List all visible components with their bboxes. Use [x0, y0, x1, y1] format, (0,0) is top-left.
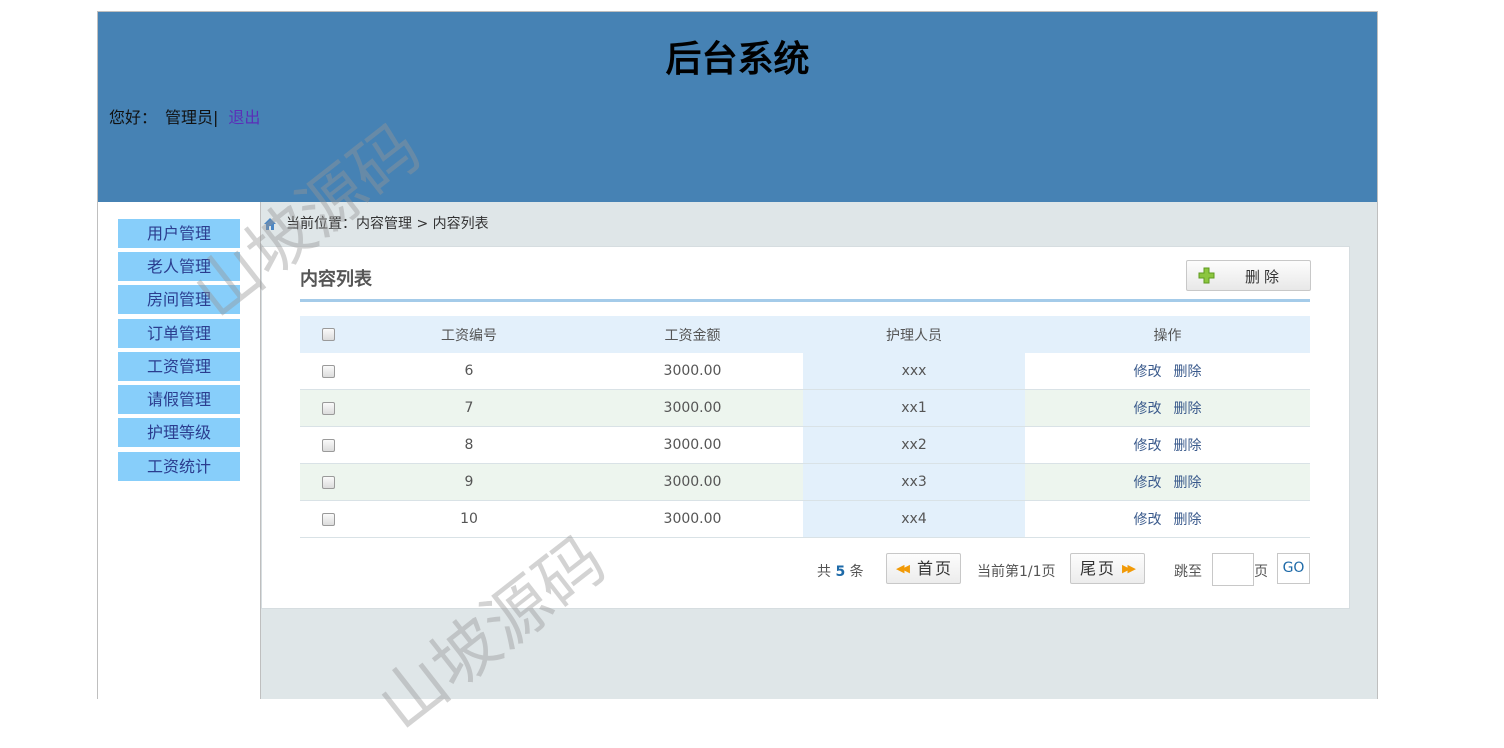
double-right-arrow-icon: ▶▶ — [1122, 562, 1136, 575]
username: 管理员| — [165, 108, 219, 127]
table-row: 7 3000.00 xx1 修改 删除 — [300, 389, 1310, 427]
select-all-checkbox[interactable] — [321, 328, 335, 341]
salary-table: 工资编号 工资金额 护理人员 操作 6 3000.00 xxx 修改 删除 7 … — [300, 316, 1310, 538]
delete-link[interactable]: 删除 — [1174, 475, 1202, 491]
delete-button-label: 删除 — [1245, 268, 1284, 286]
sidebar: 用户管理 老人管理 房间管理 订单管理 工资管理 请假管理 护理等级 工资统计 — [98, 202, 261, 699]
last-page-label: 尾页 — [1080, 559, 1117, 578]
edit-link[interactable]: 修改 — [1134, 512, 1162, 528]
row-select-cell — [300, 500, 356, 538]
page-number-input[interactable] — [1212, 553, 1254, 586]
sidebar-item-salary-stats[interactable]: 工资统计 — [118, 452, 240, 481]
col-header-id: 工资编号 — [356, 316, 582, 353]
row-checkbox[interactable] — [321, 475, 335, 489]
edit-link[interactable]: 修改 — [1134, 475, 1162, 491]
col-header-nurse: 护理人员 — [803, 316, 1025, 353]
total-prefix: 共 — [817, 564, 831, 580]
cell-id: 10 — [356, 500, 582, 538]
delete-link[interactable]: 删除 — [1174, 512, 1202, 528]
select-all-cell — [300, 316, 356, 353]
delete-link[interactable]: 删除 — [1174, 364, 1202, 380]
app-frame: 后台系统 您好： 管理员| 退出 用户管理 老人管理 房间管理 订单管理 工资管理 … — [97, 11, 1378, 699]
panel-title: 内容列表 — [300, 269, 372, 290]
cell-id: 7 — [356, 389, 582, 427]
cell-actions: 修改 删除 — [1025, 426, 1310, 464]
content-panel: 内容列表 删除 工资编号 工资金额 护理人员 操作 6 3000.00 xxx … — [261, 246, 1350, 609]
table-row: 10 3000.00 xx4 修改 删除 — [300, 500, 1310, 538]
sidebar-item-salary[interactable]: 工资管理 — [118, 352, 240, 381]
delete-link[interactable]: 删除 — [1174, 401, 1202, 417]
sidebar-item-elderly[interactable]: 老人管理 — [118, 252, 240, 281]
table-header-row: 工资编号 工资金额 护理人员 操作 — [300, 316, 1310, 353]
row-select-cell — [300, 463, 356, 501]
cell-amount: 3000.00 — [582, 500, 803, 538]
cell-amount: 3000.00 — [582, 389, 803, 427]
row-select-cell — [300, 353, 356, 390]
row-select-cell — [300, 426, 356, 464]
greeting-label: 您好： — [109, 108, 158, 127]
cell-nurse: xx4 — [803, 500, 1025, 538]
cell-actions: 修改 删除 — [1025, 463, 1310, 501]
sidebar-item-care-level[interactable]: 护理等级 — [118, 418, 240, 447]
cell-id: 6 — [356, 353, 582, 390]
sidebar-item-users[interactable]: 用户管理 — [118, 219, 240, 248]
cell-actions: 修改 删除 — [1025, 389, 1310, 427]
last-page-button[interactable]: 尾页 ▶▶ — [1070, 553, 1145, 584]
plus-icon — [1198, 267, 1215, 284]
first-page-button[interactable]: ◀◀ 首页 — [886, 553, 961, 584]
row-checkbox[interactable] — [321, 438, 335, 452]
user-greeting: 您好： 管理员| 退出 — [109, 104, 260, 128]
table-row: 8 3000.00 xx2 修改 删除 — [300, 426, 1310, 464]
cell-nurse: xx2 — [803, 426, 1025, 464]
pagination: 共 5 条 ◀◀ 首页 当前第1/1页 尾页 ▶▶ 跳至 页 GO — [262, 553, 1349, 586]
row-checkbox[interactable] — [321, 512, 335, 526]
delete-button[interactable]: 删除 — [1186, 260, 1311, 291]
table-row: 9 3000.00 xx3 修改 删除 — [300, 463, 1310, 501]
sidebar-item-rooms[interactable]: 房间管理 — [118, 285, 240, 314]
first-page-label: 首页 — [917, 559, 954, 578]
cell-id: 8 — [356, 426, 582, 464]
col-header-actions: 操作 — [1025, 316, 1310, 353]
double-left-arrow-icon: ◀◀ — [896, 562, 910, 575]
cell-nurse: xx3 — [803, 463, 1025, 501]
go-button[interactable]: GO — [1277, 553, 1310, 584]
cell-nurse: xx1 — [803, 389, 1025, 427]
total-count: 共 5 条 — [817, 561, 864, 581]
cell-id: 9 — [356, 463, 582, 501]
cell-nurse: xxx — [803, 353, 1025, 390]
edit-link[interactable]: 修改 — [1134, 401, 1162, 417]
col-header-amount: 工资金额 — [582, 316, 803, 353]
total-suffix: 条 — [849, 564, 864, 580]
cell-actions: 修改 删除 — [1025, 353, 1310, 390]
sidebar-item-orders[interactable]: 订单管理 — [118, 319, 240, 348]
cell-amount: 3000.00 — [582, 463, 803, 501]
delete-link[interactable]: 删除 — [1174, 438, 1202, 454]
cell-actions: 修改 删除 — [1025, 500, 1310, 538]
current-page-text: 当前第1/1页 — [977, 564, 1056, 580]
breadcrumb-text: 当前位置：内容管理 > 内容列表 — [286, 216, 489, 232]
row-select-cell — [300, 389, 356, 427]
edit-link[interactable]: 修改 — [1134, 364, 1162, 380]
logout-link[interactable]: 退出 — [228, 108, 260, 127]
page-unit-label: 页 — [1254, 564, 1268, 580]
main-content: 当前位置：内容管理 > 内容列表 内容列表 删除 工资编号 工资金额 护理人员 … — [261, 202, 1377, 699]
cell-amount: 3000.00 — [582, 426, 803, 464]
home-icon — [264, 218, 276, 230]
edit-link[interactable]: 修改 — [1134, 438, 1162, 454]
page-title: 后台系统 — [665, 39, 810, 80]
row-checkbox[interactable] — [321, 364, 335, 378]
row-checkbox[interactable] — [321, 401, 335, 415]
header: 后台系统 您好： 管理员| 退出 — [98, 12, 1377, 202]
cell-amount: 3000.00 — [582, 353, 803, 390]
total-number: 5 — [835, 564, 846, 580]
sidebar-item-leave[interactable]: 请假管理 — [118, 385, 240, 414]
title-divider — [300, 299, 1310, 302]
jump-label: 跳至 — [1174, 564, 1202, 580]
table-row: 6 3000.00 xxx 修改 删除 — [300, 353, 1310, 390]
